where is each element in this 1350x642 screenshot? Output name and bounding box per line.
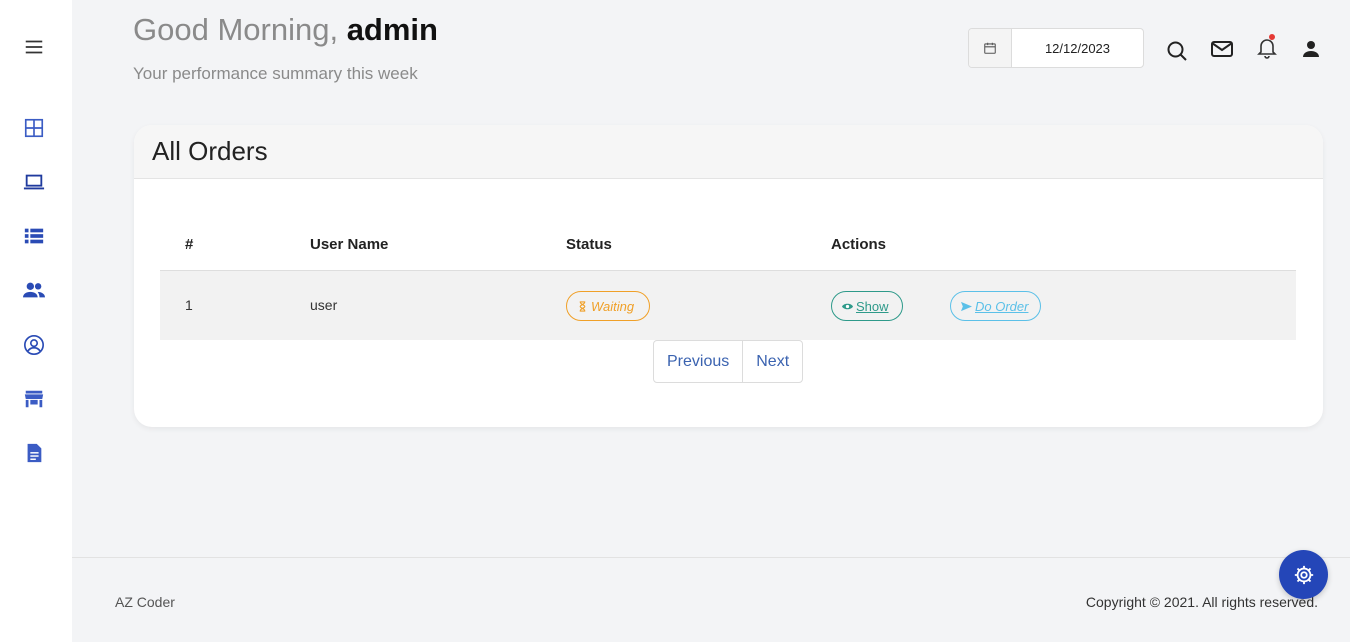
main-content: Good Morning, admin Your performance sum… xyxy=(72,0,1350,642)
orders-table: # User Name Status Actions 1 user Waitin… xyxy=(160,221,1296,340)
users-icon[interactable] xyxy=(22,278,46,302)
search-icon[interactable] xyxy=(1164,38,1190,64)
column-header-status: Status xyxy=(566,236,612,253)
document-icon[interactable] xyxy=(22,441,46,465)
greeting-prefix: Good Morning, xyxy=(133,12,339,47)
status-label: Waiting xyxy=(591,298,635,314)
previous-page-button[interactable]: Previous xyxy=(654,341,742,382)
hourglass-icon xyxy=(579,300,586,312)
do-order-button[interactable]: Do Order xyxy=(950,291,1041,321)
eye-icon xyxy=(842,303,853,309)
user-icon[interactable] xyxy=(1298,36,1324,62)
orders-card: All Orders # User Name Status Actions 1 … xyxy=(134,125,1323,427)
column-header-number: # xyxy=(185,236,194,253)
table-row: 1 user Waiting Show Do Order xyxy=(160,271,1296,340)
store-icon[interactable] xyxy=(22,387,46,411)
date-value[interactable]: 12/12/2023 xyxy=(1012,29,1143,67)
column-header-actions: Actions xyxy=(831,236,887,253)
greeting-user: admin xyxy=(346,12,438,47)
status-badge: Waiting xyxy=(566,291,650,321)
pagination: Previous Next xyxy=(653,340,804,383)
notification-dot xyxy=(1269,34,1275,40)
footer-copyright: Copyright © 2021. All rights reserved. xyxy=(1085,594,1318,610)
next-page-button[interactable]: Next xyxy=(742,341,802,382)
order-id: 1 xyxy=(185,297,193,313)
greeting-title: Good Morning, admin xyxy=(133,12,438,48)
menu-icon[interactable] xyxy=(22,35,46,59)
footer: AZ Coder Copyright © 2021. All rights re… xyxy=(72,557,1350,642)
list-icon[interactable] xyxy=(22,224,46,248)
greeting-subtitle: Your performance summary this week xyxy=(133,64,418,83)
order-user: user xyxy=(310,297,338,313)
show-button[interactable]: Show xyxy=(831,291,903,321)
date-picker[interactable]: 12/12/2023 xyxy=(968,28,1144,68)
calendar-icon[interactable] xyxy=(969,29,1012,67)
footer-brand: AZ Coder xyxy=(115,594,175,610)
gear-icon xyxy=(1294,565,1313,584)
card-title: All Orders xyxy=(152,136,268,166)
settings-button[interactable] xyxy=(1279,550,1328,599)
table-header-row: # User Name Status Actions xyxy=(160,221,1296,271)
laptop-icon[interactable] xyxy=(22,170,46,194)
bell-icon[interactable] xyxy=(1254,34,1280,60)
mail-icon[interactable] xyxy=(1209,36,1235,62)
show-label: Show xyxy=(856,298,889,314)
do-order-label: Do Order xyxy=(975,298,1029,314)
sidebar xyxy=(0,0,72,642)
column-header-user-name: User Name xyxy=(310,236,389,253)
account-circle-icon[interactable] xyxy=(22,333,46,357)
card-header: All Orders xyxy=(134,125,1323,179)
dashboard-grid-icon[interactable] xyxy=(22,116,46,140)
send-icon xyxy=(961,301,972,311)
